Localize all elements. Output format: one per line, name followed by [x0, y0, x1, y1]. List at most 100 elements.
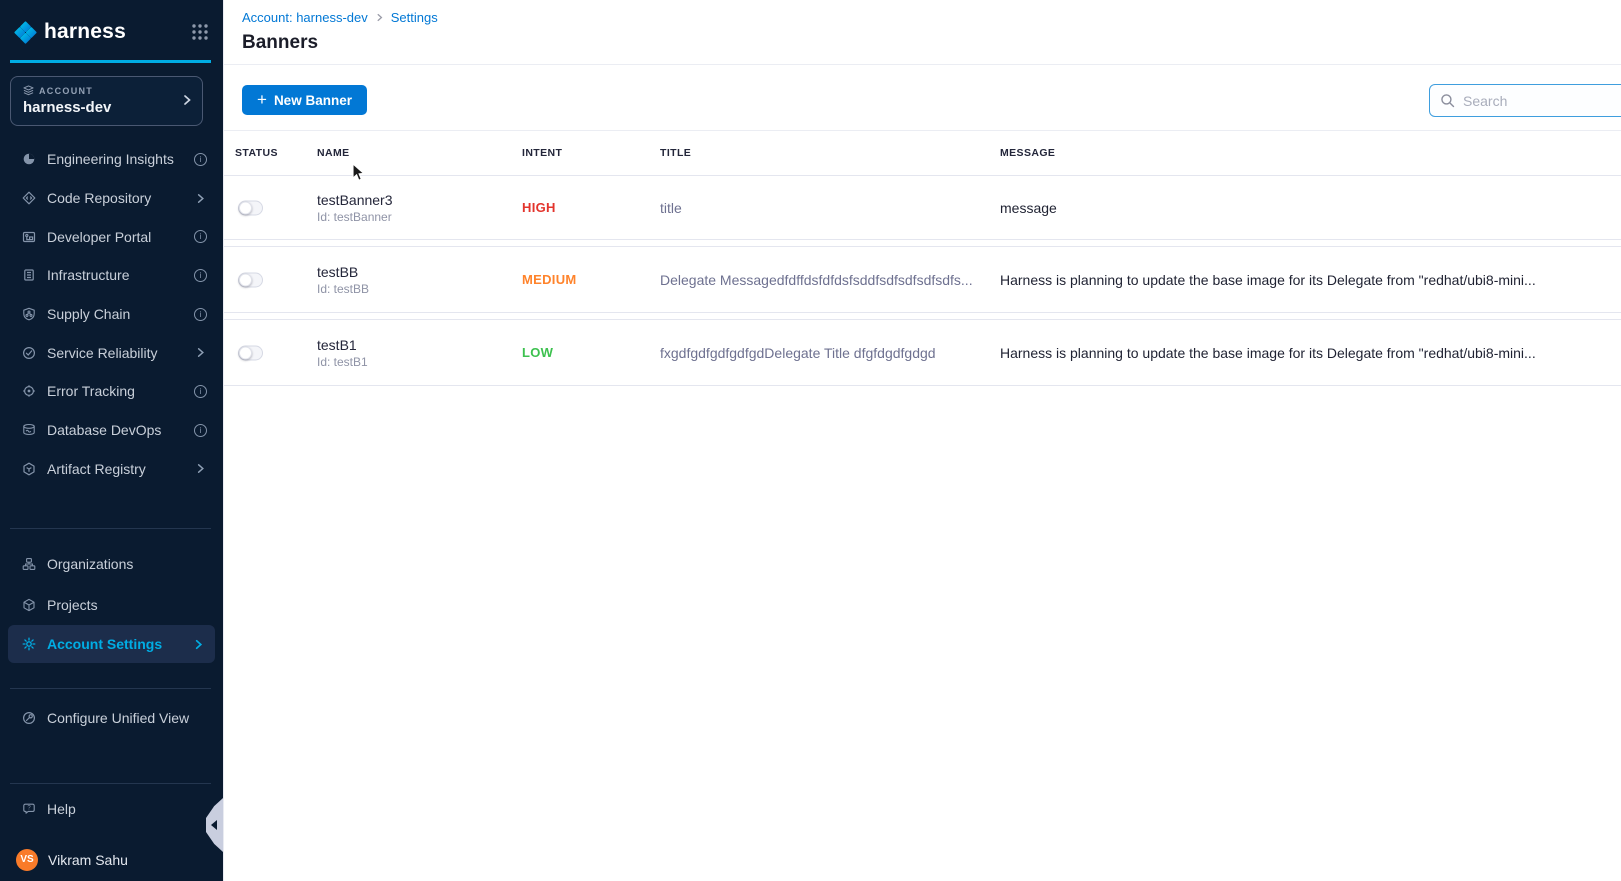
- sidebar-item-developer-portal[interactable]: Developer Portal i: [0, 217, 223, 256]
- sidebar-item-database-devops[interactable]: Database DevOps i: [0, 411, 223, 450]
- intent-badge: HIGH: [522, 200, 556, 215]
- search-box: [1429, 84, 1621, 117]
- sidebar-item-supply-chain[interactable]: Supply Chain i: [0, 295, 223, 334]
- info-icon[interactable]: i: [194, 424, 207, 437]
- engineering-insights-icon: [22, 152, 36, 166]
- sidebar-item-engineering-insights[interactable]: Engineering Insights i: [0, 140, 223, 179]
- sidebar-item-label: Help: [47, 801, 207, 817]
- chevron-right-icon: [194, 346, 207, 359]
- breadcrumb: Account: harness-dev Settings: [242, 10, 438, 25]
- toggle-knob: [239, 201, 252, 214]
- sidebar-item-label: Service Reliability: [47, 345, 186, 361]
- artifact-registry-icon: [22, 462, 36, 476]
- chevron-right-icon: [194, 192, 207, 205]
- table-row[interactable]: testB1 Id: testB1 LOW fxgdfgdfgdfgdfgdDe…: [224, 319, 1621, 386]
- table-row[interactable]: testBanner3 Id: testBanner HIGH title me…: [224, 175, 1621, 240]
- info-icon[interactable]: i: [194, 269, 207, 282]
- info-icon[interactable]: i: [194, 230, 207, 243]
- sidebar-item-projects[interactable]: Projects: [0, 584, 223, 625]
- column-header-message: MESSAGE: [1000, 147, 1055, 159]
- service-reliability-icon: [22, 346, 36, 360]
- intent-badge: LOW: [522, 345, 553, 360]
- layers-icon: [23, 85, 34, 96]
- sidebar-item-configure-unified-view[interactable]: Configure Unified View: [0, 698, 223, 738]
- chevron-right-icon: [192, 638, 205, 651]
- info-icon[interactable]: i: [194, 385, 207, 398]
- sidebar-item-label: Account Settings: [47, 636, 184, 652]
- breadcrumb-settings-link[interactable]: Settings: [391, 10, 438, 25]
- sidebar-item-error-tracking[interactable]: Error Tracking i: [0, 372, 223, 411]
- plus-icon: +: [257, 90, 267, 110]
- sidebar-item-artifact-registry[interactable]: Artifact Registry: [0, 450, 223, 489]
- harness-logo-icon: [14, 21, 37, 44]
- sidebar-item-label: Error Tracking: [47, 383, 186, 399]
- avatar: VS: [16, 849, 38, 871]
- sidebar-item-label: Artifact Registry: [47, 461, 186, 477]
- sidebar-item-label: Organizations: [47, 556, 207, 572]
- sidebar-item-help[interactable]: ? Help: [0, 792, 223, 826]
- column-header-intent: INTENT: [522, 147, 562, 159]
- new-banner-button[interactable]: + New Banner: [242, 85, 367, 115]
- banner-name: testBanner3: [317, 192, 393, 208]
- toggle-knob: [239, 346, 252, 359]
- sidebar: harness ACCOUNT harness-dev: [0, 0, 223, 881]
- banner-name: testBB: [317, 264, 369, 280]
- chevron-right-icon: [180, 93, 194, 107]
- toolbar-divider: [224, 130, 1621, 131]
- sidebar-item-service-reliability[interactable]: Service Reliability: [0, 333, 223, 372]
- banner-message: Harness is planning to update the base i…: [1000, 345, 1621, 361]
- user-profile[interactable]: VS Vikram Sahu: [0, 838, 223, 881]
- status-toggle[interactable]: [238, 345, 263, 360]
- sidebar-divider: [10, 688, 211, 689]
- user-name: Vikram Sahu: [48, 852, 128, 868]
- sidebar-divider: [10, 528, 211, 529]
- help-icon: ?: [22, 802, 36, 816]
- error-tracking-icon: [22, 384, 36, 398]
- sidebar-item-account-settings[interactable]: Account Settings: [8, 625, 215, 663]
- configure-nav: Configure Unified View: [0, 698, 223, 738]
- info-icon[interactable]: i: [194, 153, 207, 166]
- banner-id: Id: testBanner: [317, 210, 393, 224]
- info-icon[interactable]: i: [194, 308, 207, 321]
- column-header-status: STATUS: [235, 147, 278, 159]
- brand-underline: [10, 60, 211, 63]
- supply-chain-icon: [22, 307, 36, 321]
- banner-id: Id: testB1: [317, 355, 368, 369]
- account-scope-label-row: ACCOUNT: [23, 85, 190, 96]
- collapse-arrow-icon: [211, 820, 217, 830]
- brand-header: harness: [14, 13, 209, 51]
- search-input[interactable]: [1463, 93, 1621, 109]
- unified-view-icon: [22, 711, 36, 725]
- sidebar-item-label: Supply Chain: [47, 306, 186, 322]
- status-toggle[interactable]: [238, 272, 263, 287]
- account-scope-selector[interactable]: ACCOUNT harness-dev: [10, 76, 203, 126]
- sidebar-item-label: Configure Unified View: [47, 710, 207, 726]
- sidebar-item-label: Engineering Insights: [47, 151, 186, 167]
- column-header-name: NAME: [317, 147, 350, 159]
- table-row[interactable]: testBB Id: testBB MEDIUM Delegate Messag…: [224, 246, 1621, 313]
- new-banner-label: New Banner: [274, 93, 352, 108]
- sidebar-item-label: Database DevOps: [47, 422, 186, 438]
- breadcrumb-account-link[interactable]: Account: harness-dev: [242, 10, 368, 25]
- search-icon: [1440, 93, 1455, 108]
- banner-title: Delegate Messagedfdffdsfdfdsfsddfsdfsdfs…: [660, 272, 990, 288]
- help-nav: ? Help: [0, 792, 223, 826]
- intent-badge: MEDIUM: [522, 272, 577, 287]
- database-devops-icon: [22, 423, 36, 437]
- page-title: Banners: [242, 32, 318, 54]
- developer-portal-icon: [22, 230, 36, 244]
- brand-name: harness: [44, 20, 126, 44]
- account-scope-label: ACCOUNT: [39, 86, 93, 96]
- infrastructure-icon: [22, 268, 36, 282]
- sidebar-item-label: Projects: [47, 597, 207, 613]
- breadcrumb-chevron-icon: [375, 13, 384, 22]
- sidebar-item-label: Code Repository: [47, 190, 186, 206]
- app-launcher-grid-icon[interactable]: [191, 23, 209, 41]
- status-toggle[interactable]: [238, 200, 263, 215]
- sidebar-item-organizations[interactable]: Organizations: [0, 543, 223, 584]
- sidebar-item-infrastructure[interactable]: Infrastructure i: [0, 256, 223, 295]
- sidebar-item-code-repository[interactable]: Code Repository: [0, 179, 223, 218]
- sidebar-item-label: Developer Portal: [47, 229, 186, 245]
- module-nav: Engineering Insights i Code Repository D…: [0, 140, 223, 488]
- svg-text:?: ?: [27, 806, 31, 812]
